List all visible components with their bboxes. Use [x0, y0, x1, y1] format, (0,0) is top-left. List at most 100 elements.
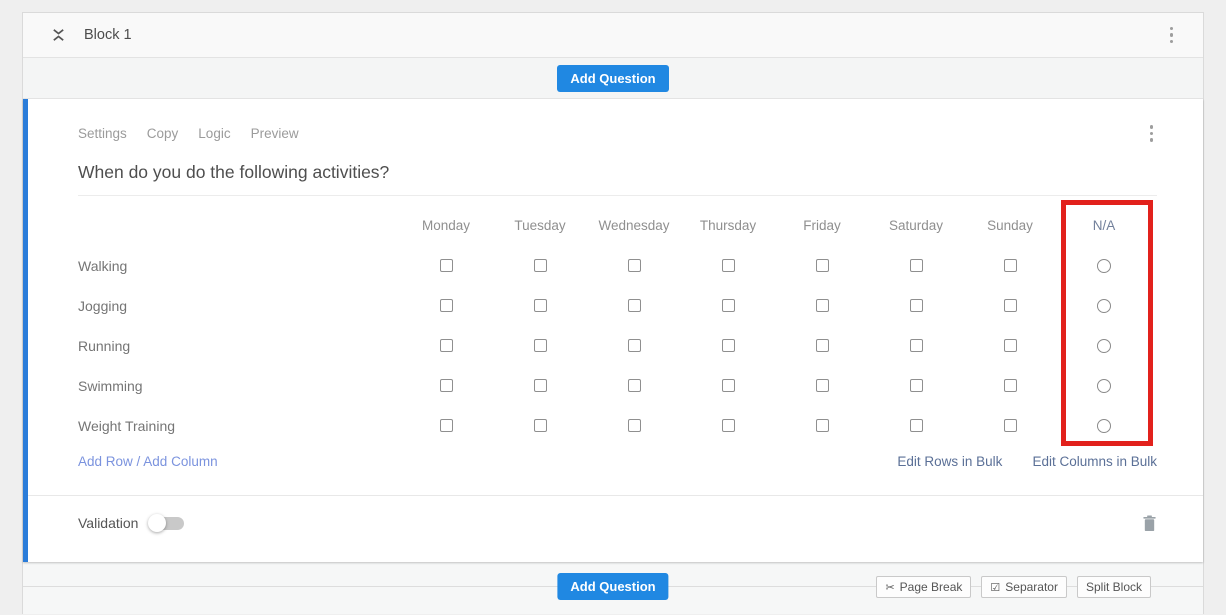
add-question-button-bottom[interactable]: Add Question: [557, 573, 668, 600]
matrix-na-radio[interactable]: [1097, 379, 1111, 393]
matrix-cell: [963, 326, 1057, 366]
matrix-row-label[interactable]: Weight Training: [78, 406, 399, 446]
matrix-checkbox[interactable]: [910, 379, 923, 392]
add-question-button-top[interactable]: Add Question: [557, 65, 668, 92]
matrix-checkbox[interactable]: [534, 379, 547, 392]
matrix-checkbox[interactable]: [722, 259, 735, 272]
matrix-cell: [587, 366, 681, 406]
matrix-checkbox[interactable]: [1004, 339, 1017, 352]
matrix-checkbox[interactable]: [910, 299, 923, 312]
matrix-checkbox[interactable]: [534, 299, 547, 312]
checkbox-icon: ☑: [990, 581, 1000, 594]
matrix-column-header[interactable]: Saturday: [869, 206, 963, 246]
matrix-row-label[interactable]: Running: [78, 326, 399, 366]
matrix-table: Monday Tuesday Wednesday Thursday Friday…: [78, 206, 1151, 446]
matrix-checkbox[interactable]: [722, 419, 735, 432]
matrix-checkbox[interactable]: [1004, 419, 1017, 432]
matrix-checkbox[interactable]: [628, 299, 641, 312]
matrix-checkbox[interactable]: [722, 299, 735, 312]
matrix-column-header[interactable]: Friday: [775, 206, 869, 246]
matrix-checkbox[interactable]: [1004, 299, 1017, 312]
question-actions: Settings Copy Logic Preview: [78, 99, 1157, 146]
matrix-checkbox[interactable]: [440, 299, 453, 312]
matrix-checkbox[interactable]: [816, 339, 829, 352]
matrix-checkbox[interactable]: [910, 419, 923, 432]
matrix-na-radio[interactable]: [1097, 259, 1111, 273]
matrix-checkbox[interactable]: [910, 259, 923, 272]
matrix-cell: [399, 326, 493, 366]
add-row-link[interactable]: Add Row: [78, 454, 133, 469]
matrix-checkbox[interactable]: [816, 259, 829, 272]
matrix-cell: [587, 246, 681, 286]
matrix-cell: [399, 366, 493, 406]
logic-link[interactable]: Logic: [198, 126, 230, 141]
matrix-cell: [493, 406, 587, 446]
matrix-checkbox[interactable]: [1004, 379, 1017, 392]
matrix-checkbox[interactable]: [722, 339, 735, 352]
matrix-column-header-na[interactable]: N/A: [1057, 206, 1151, 246]
add-links: Add Row / Add Column: [78, 454, 218, 469]
matrix-cell: [1057, 326, 1151, 366]
matrix-checkbox[interactable]: [1004, 259, 1017, 272]
matrix-cell: [399, 246, 493, 286]
matrix-na-radio[interactable]: [1097, 339, 1111, 353]
split-block-label: Split Block: [1086, 580, 1142, 594]
matrix-checkbox[interactable]: [534, 339, 547, 352]
block-menu-kebab-icon[interactable]: [1166, 23, 1178, 48]
matrix-cell: [963, 286, 1057, 326]
scissors-icon: ✂: [885, 581, 894, 594]
matrix-row-label[interactable]: Swimming: [78, 366, 399, 406]
matrix-checkbox[interactable]: [816, 419, 829, 432]
add-column-link[interactable]: Add Column: [143, 454, 217, 469]
matrix-column-header[interactable]: Monday: [399, 206, 493, 246]
matrix-checkbox[interactable]: [628, 419, 641, 432]
matrix-cell: [587, 286, 681, 326]
question-card: Settings Copy Logic Preview When do you …: [23, 99, 1203, 562]
matrix-checkbox[interactable]: [534, 259, 547, 272]
matrix-cell: [587, 326, 681, 366]
split-block-button[interactable]: Split Block: [1077, 576, 1151, 598]
matrix-checkbox[interactable]: [534, 419, 547, 432]
copy-link[interactable]: Copy: [147, 126, 179, 141]
question-title[interactable]: When do you do the following activities?: [78, 162, 1157, 196]
matrix-checkbox[interactable]: [440, 339, 453, 352]
matrix-checkbox[interactable]: [910, 339, 923, 352]
delete-question-trash-icon[interactable]: [1142, 515, 1157, 532]
matrix-checkbox[interactable]: [440, 379, 453, 392]
matrix-cell: [963, 366, 1057, 406]
matrix-row-label[interactable]: Walking: [78, 246, 399, 286]
matrix-cell: [681, 286, 775, 326]
link-separator: /: [133, 454, 144, 469]
matrix-na-radio[interactable]: [1097, 299, 1111, 313]
bottom-strip: Add Question ✂ Page Break ☑ Separator Sp…: [23, 562, 1203, 615]
matrix-cell: [681, 326, 775, 366]
matrix-checkbox[interactable]: [816, 299, 829, 312]
preview-link[interactable]: Preview: [251, 126, 299, 141]
matrix-column-header[interactable]: Wednesday: [587, 206, 681, 246]
matrix-checkbox[interactable]: [440, 259, 453, 272]
validation-row: Validation: [28, 496, 1203, 551]
matrix-checkbox[interactable]: [628, 339, 641, 352]
matrix-cell: [399, 406, 493, 446]
matrix-checkbox[interactable]: [816, 379, 829, 392]
matrix-checkbox[interactable]: [628, 259, 641, 272]
page-break-button[interactable]: ✂ Page Break: [876, 576, 971, 598]
matrix-column-header[interactable]: Thursday: [681, 206, 775, 246]
matrix-column-header[interactable]: Sunday: [963, 206, 1057, 246]
matrix-checkbox[interactable]: [722, 379, 735, 392]
matrix-row-label[interactable]: Jogging: [78, 286, 399, 326]
edit-rows-bulk-link[interactable]: Edit Rows in Bulk: [897, 454, 1002, 469]
validation-toggle[interactable]: [148, 514, 186, 532]
settings-link[interactable]: Settings: [78, 126, 127, 141]
matrix-checkbox[interactable]: [628, 379, 641, 392]
question-menu-kebab-icon[interactable]: [1146, 121, 1158, 146]
matrix-na-radio[interactable]: [1097, 419, 1111, 433]
edit-columns-bulk-link[interactable]: Edit Columns in Bulk: [1032, 454, 1157, 469]
separator-button[interactable]: ☑ Separator: [981, 576, 1067, 598]
collapse-block-icon[interactable]: [51, 27, 66, 43]
matrix-column-header[interactable]: Tuesday: [493, 206, 587, 246]
matrix-cell: [1057, 406, 1151, 446]
matrix-checkbox[interactable]: [440, 419, 453, 432]
matrix-cell: [399, 286, 493, 326]
matrix-cell: [493, 286, 587, 326]
